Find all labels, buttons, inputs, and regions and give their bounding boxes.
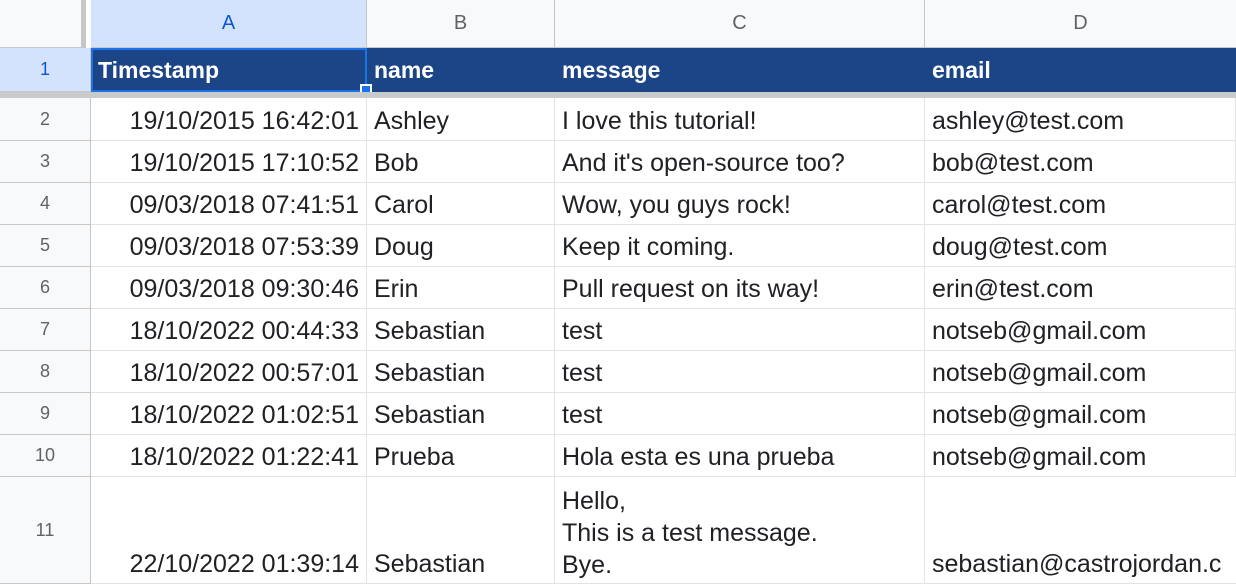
row-header-6[interactable]: 6 (0, 267, 91, 309)
cell-name[interactable]: Sebastian (367, 393, 555, 435)
select-all-corner[interactable] (0, 0, 86, 48)
row-header-3[interactable]: 3 (0, 141, 91, 183)
column-header-a[interactable]: A (91, 0, 367, 48)
row-header-7[interactable]: 7 (0, 309, 91, 351)
active-cell-outline (91, 48, 367, 92)
cell-message[interactable]: test (555, 351, 925, 393)
message-line: Bye. (562, 551, 613, 579)
cell-name[interactable]: Sebastian (367, 351, 555, 393)
cell-message[interactable]: test (555, 309, 925, 351)
column-header-row: A B C D (0, 0, 1236, 48)
cell-timestamp[interactable]: 09/03/2018 07:53:39 (91, 225, 367, 267)
cell-timestamp[interactable]: 19/10/2015 16:42:01 (91, 98, 367, 141)
cell-timestamp[interactable]: 18/10/2022 01:22:41 (91, 435, 367, 477)
cell-message[interactable]: Hola esta es una prueba (555, 435, 925, 477)
cell-message[interactable]: And it's open-source too? (555, 141, 925, 183)
cell-name[interactable]: Sebastian (367, 477, 555, 584)
cell-email[interactable]: bob@test.com (925, 141, 1236, 183)
message-line: This is a test message. (562, 519, 818, 547)
column-header-d[interactable]: D (925, 0, 1236, 48)
cell-email[interactable]: notseb@gmail.com (925, 309, 1236, 351)
cell-name[interactable]: Prueba (367, 435, 555, 477)
cell-email[interactable]: notseb@gmail.com (925, 435, 1236, 477)
cell-name[interactable]: Sebastian (367, 309, 555, 351)
row-header-5[interactable]: 5 (0, 225, 91, 267)
cell-email[interactable]: notseb@gmail.com (925, 351, 1236, 393)
cell-email[interactable]: sebastian@castrojordan.c (925, 477, 1236, 584)
row-header-9[interactable]: 9 (0, 393, 91, 435)
row-header-10[interactable]: 10 (0, 435, 91, 477)
row-header-8[interactable]: 8 (0, 351, 91, 393)
cell-message[interactable]: test (555, 393, 925, 435)
cell-email[interactable]: doug@test.com (925, 225, 1236, 267)
cell-message[interactable]: Hello, This is a test message. Bye. (555, 477, 925, 584)
cell-message[interactable]: Wow, you guys rock! (555, 183, 925, 225)
cell-name[interactable]: Erin (367, 267, 555, 309)
header-cell-email[interactable]: email (925, 48, 1236, 92)
cell-message[interactable]: Pull request on its way! (555, 267, 925, 309)
cell-timestamp[interactable]: 19/10/2015 17:10:52 (91, 141, 367, 183)
cell-email[interactable]: carol@test.com (925, 183, 1236, 225)
message-line: Hello, (562, 487, 626, 515)
cell-message[interactable]: Keep it coming. (555, 225, 925, 267)
cell-email[interactable]: notseb@gmail.com (925, 393, 1236, 435)
cell-name[interactable]: Doug (367, 225, 555, 267)
header-cell-name[interactable]: name (367, 48, 555, 92)
row-header-11[interactable]: 11 (0, 477, 91, 584)
column-header-b[interactable]: B (367, 0, 555, 48)
cell-name[interactable]: Carol (367, 183, 555, 225)
cell-timestamp[interactable]: 09/03/2018 07:41:51 (91, 183, 367, 225)
cell-timestamp[interactable]: 18/10/2022 00:44:33 (91, 309, 367, 351)
spreadsheet-grid: A B C D 1 2 3 4 5 6 7 8 9 10 11 Timestam… (0, 0, 1236, 584)
cell-timestamp[interactable]: 09/03/2018 09:30:46 (91, 267, 367, 309)
row-header-4[interactable]: 4 (0, 183, 91, 225)
cell-email[interactable]: erin@test.com (925, 267, 1236, 309)
row-header-1[interactable]: 1 (0, 48, 91, 92)
cell-name[interactable]: Ashley (367, 98, 555, 141)
cell-email[interactable]: ashley@test.com (925, 98, 1236, 141)
row-header-2[interactable]: 2 (0, 98, 91, 141)
header-cell-message[interactable]: message (555, 48, 925, 92)
cell-message[interactable]: I love this tutorial! (555, 98, 925, 141)
cell-timestamp[interactable]: 22/10/2022 01:39:14 (91, 477, 367, 584)
cell-timestamp[interactable]: 18/10/2022 01:02:51 (91, 393, 367, 435)
column-header-c[interactable]: C (555, 0, 925, 48)
cell-timestamp[interactable]: 18/10/2022 00:57:01 (91, 351, 367, 393)
cell-name[interactable]: Bob (367, 141, 555, 183)
